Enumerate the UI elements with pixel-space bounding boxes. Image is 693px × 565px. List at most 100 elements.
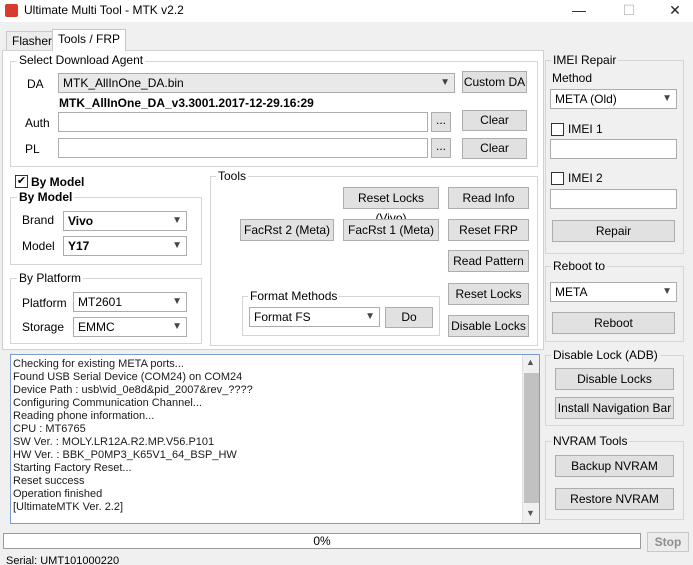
brand-select-value: Vivo [68,214,94,228]
auth-browse-button[interactable]: ... [431,112,451,132]
maximize-button[interactable]: ☐ [606,0,652,22]
serial-status: Serial: UMT101000220 [6,556,120,565]
imei2-checkbox[interactable] [551,172,564,185]
reboot-select[interactable]: META ▼ [550,282,677,302]
chevron-down-icon: ▼ [365,311,375,322]
log-line: Starting Factory Reset... [13,462,132,474]
format-methods-legend: Format Methods [248,289,340,303]
storage-label: Storage [22,320,65,334]
log-line: [UltimateMTK Ver. 2.2] [13,501,124,513]
pl-clear-button[interactable]: Clear [462,138,527,159]
progress-bar: 0% [3,533,641,549]
minimize-button[interactable]: — [556,0,602,22]
model-select[interactable]: Y17 ▼ [63,236,187,256]
app-icon [5,4,18,17]
progress-text: 0% [313,534,331,548]
da-label: DA [27,77,44,91]
tab-flasher[interactable]: Flasher [6,31,59,51]
disable-lock-adb-legend: Disable Lock (ADB) [551,348,660,362]
platform-label: Platform [22,296,67,310]
read-pattern-button[interactable]: Read Pattern [448,250,529,272]
disable-locks-button[interactable]: Disable Locks [448,315,529,337]
brand-select[interactable]: Vivo ▼ [63,211,187,231]
storage-select-value: EMMC [78,320,115,334]
platform-select-value: MT2601 [78,295,123,309]
imei1-field[interactable] [550,139,677,159]
chevron-down-icon: ▼ [172,321,182,332]
title-bar: Ultimate Multi Tool - MTK v2.2 — ☐ ✕ [0,0,693,22]
scrollbar-thumb[interactable] [524,373,539,503]
da-version: MTK_AllInOne_DA_v3.3001.2017-12-29.16:29 [59,96,314,110]
custom-da-button[interactable]: Custom DA [462,71,527,93]
model-label: Model [22,239,55,253]
by-model-checkbox-label: By Model [31,175,85,189]
install-navigation-bar-button[interactable]: Install Navigation Bar [555,397,674,419]
auth-label: Auth [25,116,50,130]
chevron-down-icon: ▼ [662,93,672,104]
by-model-legend: By Model [17,190,75,204]
tab-tools-frp[interactable]: Tools / FRP [52,29,127,51]
imei1-checkbox[interactable] [551,123,564,136]
da-select[interactable]: MTK_AllInOne_DA.bin ▼ [58,73,455,93]
format-select-value: Format FS [254,310,311,324]
read-info-button[interactable]: Read Info [448,187,529,209]
repair-button[interactable]: Repair [552,220,675,242]
pl-label: PL [25,142,40,156]
model-select-value: Y17 [68,239,90,253]
stop-button[interactable]: Stop [647,532,689,552]
method-label: Method [552,71,593,85]
log-line: Operation finished [13,488,103,500]
pl-browse-button[interactable]: ... [431,138,451,158]
log-line: Reading phone information... [13,410,155,422]
window-title: Ultimate Multi Tool - MTK v2.2 [24,3,184,17]
da-select-value: MTK_AllInOne_DA.bin [63,76,184,90]
facrst1-button[interactable]: FacRst 1 (Meta) [343,219,439,241]
log-box[interactable]: Checking for existing META ports... Found… [10,354,540,524]
method-select[interactable]: META (Old) ▼ [550,89,677,109]
by-platform-legend: By Platform [17,271,84,285]
scroll-down-icon[interactable]: ▼ [526,508,535,518]
log-line: Device Path : usb\vid_0e8d&pid_2007&rev_… [13,384,253,396]
log-line: Reset success [13,475,85,487]
chevron-down-icon: ▼ [440,77,450,88]
backup-nvram-button[interactable]: Backup NVRAM [555,455,674,477]
chevron-down-icon: ▼ [172,215,182,226]
imei2-label: IMEI 2 [568,171,603,185]
log-line: Checking for existing META ports... [13,358,184,370]
facrst2-button[interactable]: FacRst 2 (Meta) [240,219,334,241]
restore-nvram-button[interactable]: Restore NVRAM [555,488,674,510]
log-line: Configuring Communication Channel... [13,397,202,409]
imei1-label: IMEI 1 [568,122,603,136]
log-scrollbar[interactable]: ▲ ▼ [522,355,539,523]
format-do-button[interactable]: Do [385,307,433,328]
reset-locks-button[interactable]: Reset Locks [448,283,529,305]
pl-field[interactable] [58,138,428,158]
reboot-button[interactable]: Reboot [552,312,675,334]
imei2-field[interactable] [550,189,677,209]
adb-disable-locks-button[interactable]: Disable Locks [555,368,674,390]
storage-select[interactable]: EMMC ▼ [73,317,187,337]
log-line: CPU : MT6765 [13,423,86,435]
reboot-select-value: META [555,285,588,299]
format-select[interactable]: Format FS ▼ [249,307,380,327]
imei-repair-legend: IMEI Repair [551,53,619,67]
checkmark-icon: ✔ [16,175,27,187]
log-line: HW Ver. : BBK_P0MP3_K65V1_64_BSP_HW [13,449,237,461]
download-agent-legend: Select Download Agent [17,53,146,67]
reboot-legend: Reboot to [551,259,608,273]
log-lines: Checking for existing META ports... Found… [13,358,521,514]
by-model-checkbox[interactable]: ✔ [15,175,28,188]
scroll-up-icon[interactable]: ▲ [526,357,535,367]
reset-locks-vivo-button[interactable]: Reset Locks (Vivo) [343,187,439,225]
chevron-down-icon: ▼ [662,286,672,297]
nvram-tools-legend: NVRAM Tools [551,434,630,448]
auth-clear-button[interactable]: Clear [462,110,527,131]
brand-label: Brand [22,213,55,227]
platform-select[interactable]: MT2601 ▼ [73,292,187,312]
close-button[interactable]: ✕ [652,0,693,22]
chevron-down-icon: ▼ [172,296,182,307]
method-select-value: META (Old) [555,92,617,106]
tools-legend: Tools [216,169,249,183]
auth-field[interactable] [58,112,428,132]
reset-frp-button[interactable]: Reset FRP [448,219,529,241]
